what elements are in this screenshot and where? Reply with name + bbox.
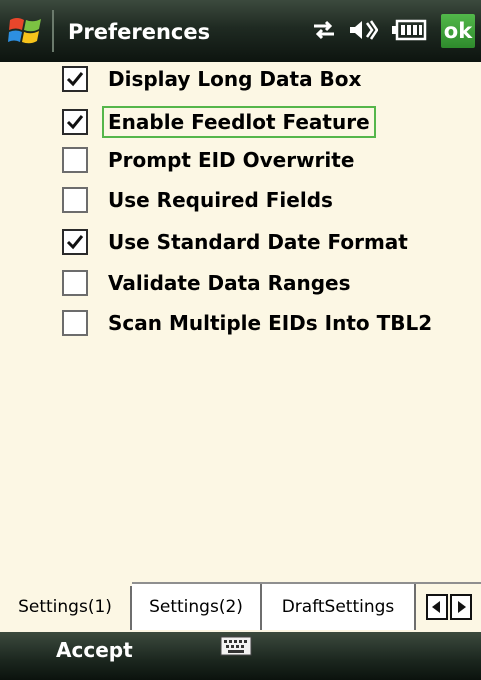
option-display-long-data-box[interactable]: Display Long Data Box xyxy=(62,62,365,96)
tab-settings-2[interactable]: Settings(2) xyxy=(132,584,262,630)
checkbox-unchecked[interactable] xyxy=(62,270,88,296)
tab-settings-1[interactable]: Settings(1) xyxy=(0,584,132,630)
active-tab-joiner xyxy=(0,582,132,586)
checkbox-checked[interactable] xyxy=(62,229,88,255)
option-use-standard-date-format[interactable]: Use Standard Date Format xyxy=(62,225,412,259)
volume-icon[interactable] xyxy=(348,17,378,43)
option-validate-data-ranges[interactable]: Validate Data Ranges xyxy=(62,266,355,300)
checkbox-unchecked[interactable] xyxy=(62,147,88,173)
title-separator xyxy=(52,10,54,52)
title-bar: Preferences ok xyxy=(0,0,481,62)
option-prompt-eid-overwrite[interactable]: Prompt EID Overwrite xyxy=(62,143,358,177)
checkbox-unchecked[interactable] xyxy=(62,310,88,336)
option-label: Enable Feedlot Feature xyxy=(102,106,376,138)
battery-icon[interactable] xyxy=(390,17,428,43)
ok-button[interactable]: ok xyxy=(441,14,475,48)
windows-start-icon[interactable] xyxy=(8,14,44,48)
option-enable-feedlot-feature[interactable]: Enable Feedlot Feature xyxy=(62,105,376,139)
tab-scroll-right-button[interactable] xyxy=(450,594,472,620)
page-title: Preferences xyxy=(68,20,211,44)
option-label: Display Long Data Box xyxy=(108,67,362,91)
tab-draft-settings[interactable]: DraftSettings xyxy=(262,584,416,630)
option-label: Scan Multiple EIDs Into TBL2 xyxy=(108,311,433,335)
option-scan-multiple-eids[interactable]: Scan Multiple EIDs Into TBL2 xyxy=(62,306,436,340)
check-icon xyxy=(66,235,84,250)
keyboard-icon[interactable] xyxy=(220,636,252,658)
arrow-left-icon xyxy=(432,601,440,613)
checkbox-unchecked[interactable] xyxy=(62,187,88,213)
checkbox-checked[interactable] xyxy=(62,66,88,92)
network-sync-icon[interactable] xyxy=(310,17,338,43)
accept-softkey[interactable]: Accept xyxy=(56,638,133,662)
tab-strip: Settings(1) Settings(2) DraftSettings xyxy=(0,582,481,634)
option-label: Prompt EID Overwrite xyxy=(108,148,355,172)
option-label: Validate Data Ranges xyxy=(108,271,351,295)
arrow-right-icon xyxy=(458,601,466,613)
option-use-required-fields[interactable]: Use Required Fields xyxy=(62,183,337,217)
tab-scroll-left-button[interactable] xyxy=(426,594,448,620)
check-icon xyxy=(66,115,84,130)
checkbox-checked[interactable] xyxy=(62,109,88,135)
option-label: Use Standard Date Format xyxy=(108,230,408,254)
check-icon xyxy=(66,72,84,87)
option-label: Use Required Fields xyxy=(108,188,333,212)
menu-bar: Accept xyxy=(0,632,481,680)
